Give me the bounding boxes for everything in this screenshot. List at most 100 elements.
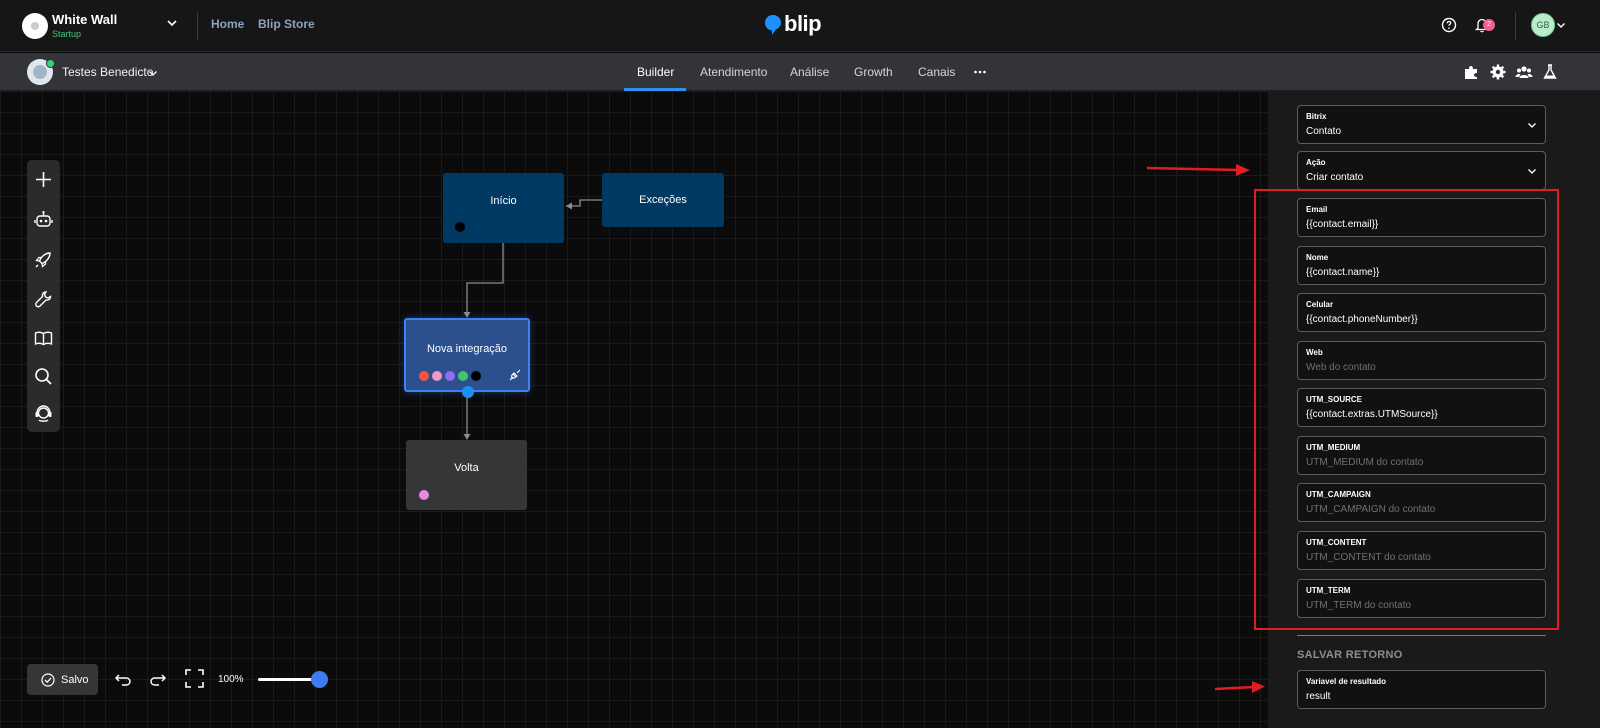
rocket-icon[interactable] — [33, 249, 54, 270]
plus-icon[interactable] — [33, 169, 54, 190]
result-variable-field[interactable]: Variavel de resultado result — [1297, 670, 1546, 709]
field-value: {{contact.email}} — [1306, 219, 1379, 230]
tab-growth[interactable]: Growth — [854, 65, 893, 79]
team-icon[interactable] — [1515, 63, 1533, 81]
check-circle-icon — [41, 672, 55, 687]
field-label: Celular — [1306, 300, 1334, 309]
field-label: UTM_CONTENT — [1306, 538, 1367, 547]
field-placeholder: UTM_MEDIUM do contato — [1306, 457, 1424, 468]
node-title: Nova integração — [426, 343, 508, 355]
tab-analise[interactable]: Análise — [790, 65, 829, 79]
node-tag-dot — [419, 490, 429, 500]
utm-campaign-field[interactable]: UTM_CAMPAIGN UTM_CAMPAIGN do contato — [1297, 483, 1546, 522]
node-title: Início — [490, 195, 517, 207]
field-value: {{contact.extras.UTMSource}} — [1306, 409, 1438, 420]
chevron-down-icon[interactable] — [166, 17, 178, 29]
user-avatar[interactable]: GB — [1531, 13, 1555, 37]
notification-badge: 2 — [1483, 19, 1495, 31]
zoom-level: 100% — [218, 674, 244, 685]
flow-node-back[interactable]: Volta — [406, 440, 527, 510]
utm-medium-field[interactable]: UTM_MEDIUM UTM_MEDIUM do contato — [1297, 436, 1546, 475]
field-value: Criar contato — [1306, 172, 1364, 183]
field-value: {{contact.name}} — [1306, 267, 1380, 278]
flow-node-exceptions[interactable]: Exceções — [602, 173, 724, 227]
redo-icon[interactable] — [149, 670, 167, 688]
field-label: Nome — [1306, 253, 1329, 262]
org-logo[interactable] — [22, 13, 48, 39]
action-select[interactable]: Ação Criar contato — [1297, 151, 1546, 190]
wrench-icon[interactable] — [33, 289, 54, 310]
gear-icon[interactable] — [1489, 63, 1507, 81]
chevron-down-icon — [1528, 169, 1536, 174]
node-title: Exceções — [639, 194, 687, 206]
online-status-dot — [46, 59, 55, 68]
saved-status-button[interactable]: Salvo — [27, 664, 98, 695]
field-placeholder: UTM_CONTENT do contato — [1306, 552, 1431, 563]
fit-screen-icon[interactable] — [184, 668, 205, 689]
blip-bubble-icon — [765, 15, 781, 35]
flow-node-start[interactable]: Início — [443, 173, 564, 243]
chevron-down-icon — [1528, 123, 1536, 128]
nav-home-link[interactable]: Home — [211, 17, 244, 31]
chevron-down-icon[interactable] — [1556, 20, 1566, 30]
undo-icon[interactable] — [114, 670, 132, 688]
zoom-slider-handle[interactable] — [311, 671, 328, 688]
top-bar: White Wall Startup Home Blip Store blip … — [0, 0, 1600, 52]
node-output-handle[interactable] — [462, 386, 474, 398]
field-placeholder: Web do contato — [1306, 362, 1376, 373]
bitrix-select[interactable]: Bitrix Contato — [1297, 105, 1546, 144]
field-label: Web — [1306, 348, 1323, 357]
section-divider — [1297, 635, 1546, 636]
builder-toolbar — [27, 160, 60, 432]
node-tag-dot — [458, 371, 468, 381]
nav-blip-store-link[interactable]: Blip Store — [258, 17, 315, 31]
save-return-title: SALVAR RETORNO — [1297, 649, 1403, 661]
name-field[interactable]: Nome {{contact.name}} — [1297, 246, 1546, 285]
book-icon[interactable] — [33, 328, 54, 349]
org-name[interactable]: White Wall — [52, 12, 117, 27]
bot-name[interactable]: Testes Benedicto — [62, 65, 153, 79]
support-icon[interactable] — [33, 403, 54, 424]
node-tag-dot — [471, 371, 481, 381]
more-icon[interactable] — [973, 65, 987, 79]
field-label: UTM_SOURCE — [1306, 395, 1363, 404]
node-tag-dot — [445, 371, 455, 381]
field-label: UTM_MEDIUM — [1306, 443, 1361, 452]
email-field[interactable]: Email {{contact.email}} — [1297, 198, 1546, 237]
node-tag-dot — [455, 222, 465, 232]
tab-atendimento[interactable]: Atendimento — [700, 65, 767, 79]
tab-builder[interactable]: Builder — [637, 65, 674, 79]
phone-field[interactable]: Celular {{contact.phoneNumber}} — [1297, 293, 1546, 332]
bot-header: Testes Benedicto Builder Atendimento Aná… — [0, 53, 1600, 91]
chevron-down-icon[interactable] — [148, 68, 158, 78]
help-icon[interactable] — [1441, 17, 1457, 33]
web-field[interactable]: Web Web do contato — [1297, 341, 1546, 380]
tab-canais[interactable]: Canais — [918, 65, 955, 79]
field-label: UTM_TERM — [1306, 586, 1351, 595]
divider — [1515, 12, 1516, 40]
field-placeholder: UTM_TERM do contato — [1306, 600, 1412, 611]
field-label: UTM_CAMPAIGN — [1306, 490, 1371, 499]
saved-label: Salvo — [61, 673, 89, 686]
divider — [197, 12, 198, 40]
utm-source-field[interactable]: UTM_SOURCE {{contact.extras.UTMSource}} — [1297, 388, 1546, 427]
node-title: Volta — [454, 462, 479, 474]
field-value: Contato — [1306, 126, 1342, 137]
node-tag-dot — [419, 371, 429, 381]
lab-flask-icon[interactable] — [1541, 63, 1559, 81]
org-plan: Startup — [52, 29, 82, 39]
utm-content-field[interactable]: UTM_CONTENT UTM_CONTENT do contato — [1297, 531, 1546, 570]
field-label: Ação — [1306, 158, 1326, 167]
field-value: {{contact.phoneNumber}} — [1306, 314, 1418, 325]
plug-icon — [509, 369, 521, 381]
node-tag-dot — [432, 371, 442, 381]
search-icon[interactable] — [33, 366, 54, 387]
flow-node-integration[interactable]: Nova integração — [404, 318, 530, 398]
field-label: Email — [1306, 205, 1328, 214]
bot-icon[interactable] — [33, 209, 54, 230]
brand-text: blip — [784, 11, 822, 36]
puzzle-icon[interactable] — [1462, 63, 1480, 81]
utm-term-field[interactable]: UTM_TERM UTM_TERM do contato — [1297, 579, 1546, 618]
field-value: result — [1306, 691, 1331, 702]
field-placeholder: UTM_CAMPAIGN do contato — [1306, 504, 1436, 515]
